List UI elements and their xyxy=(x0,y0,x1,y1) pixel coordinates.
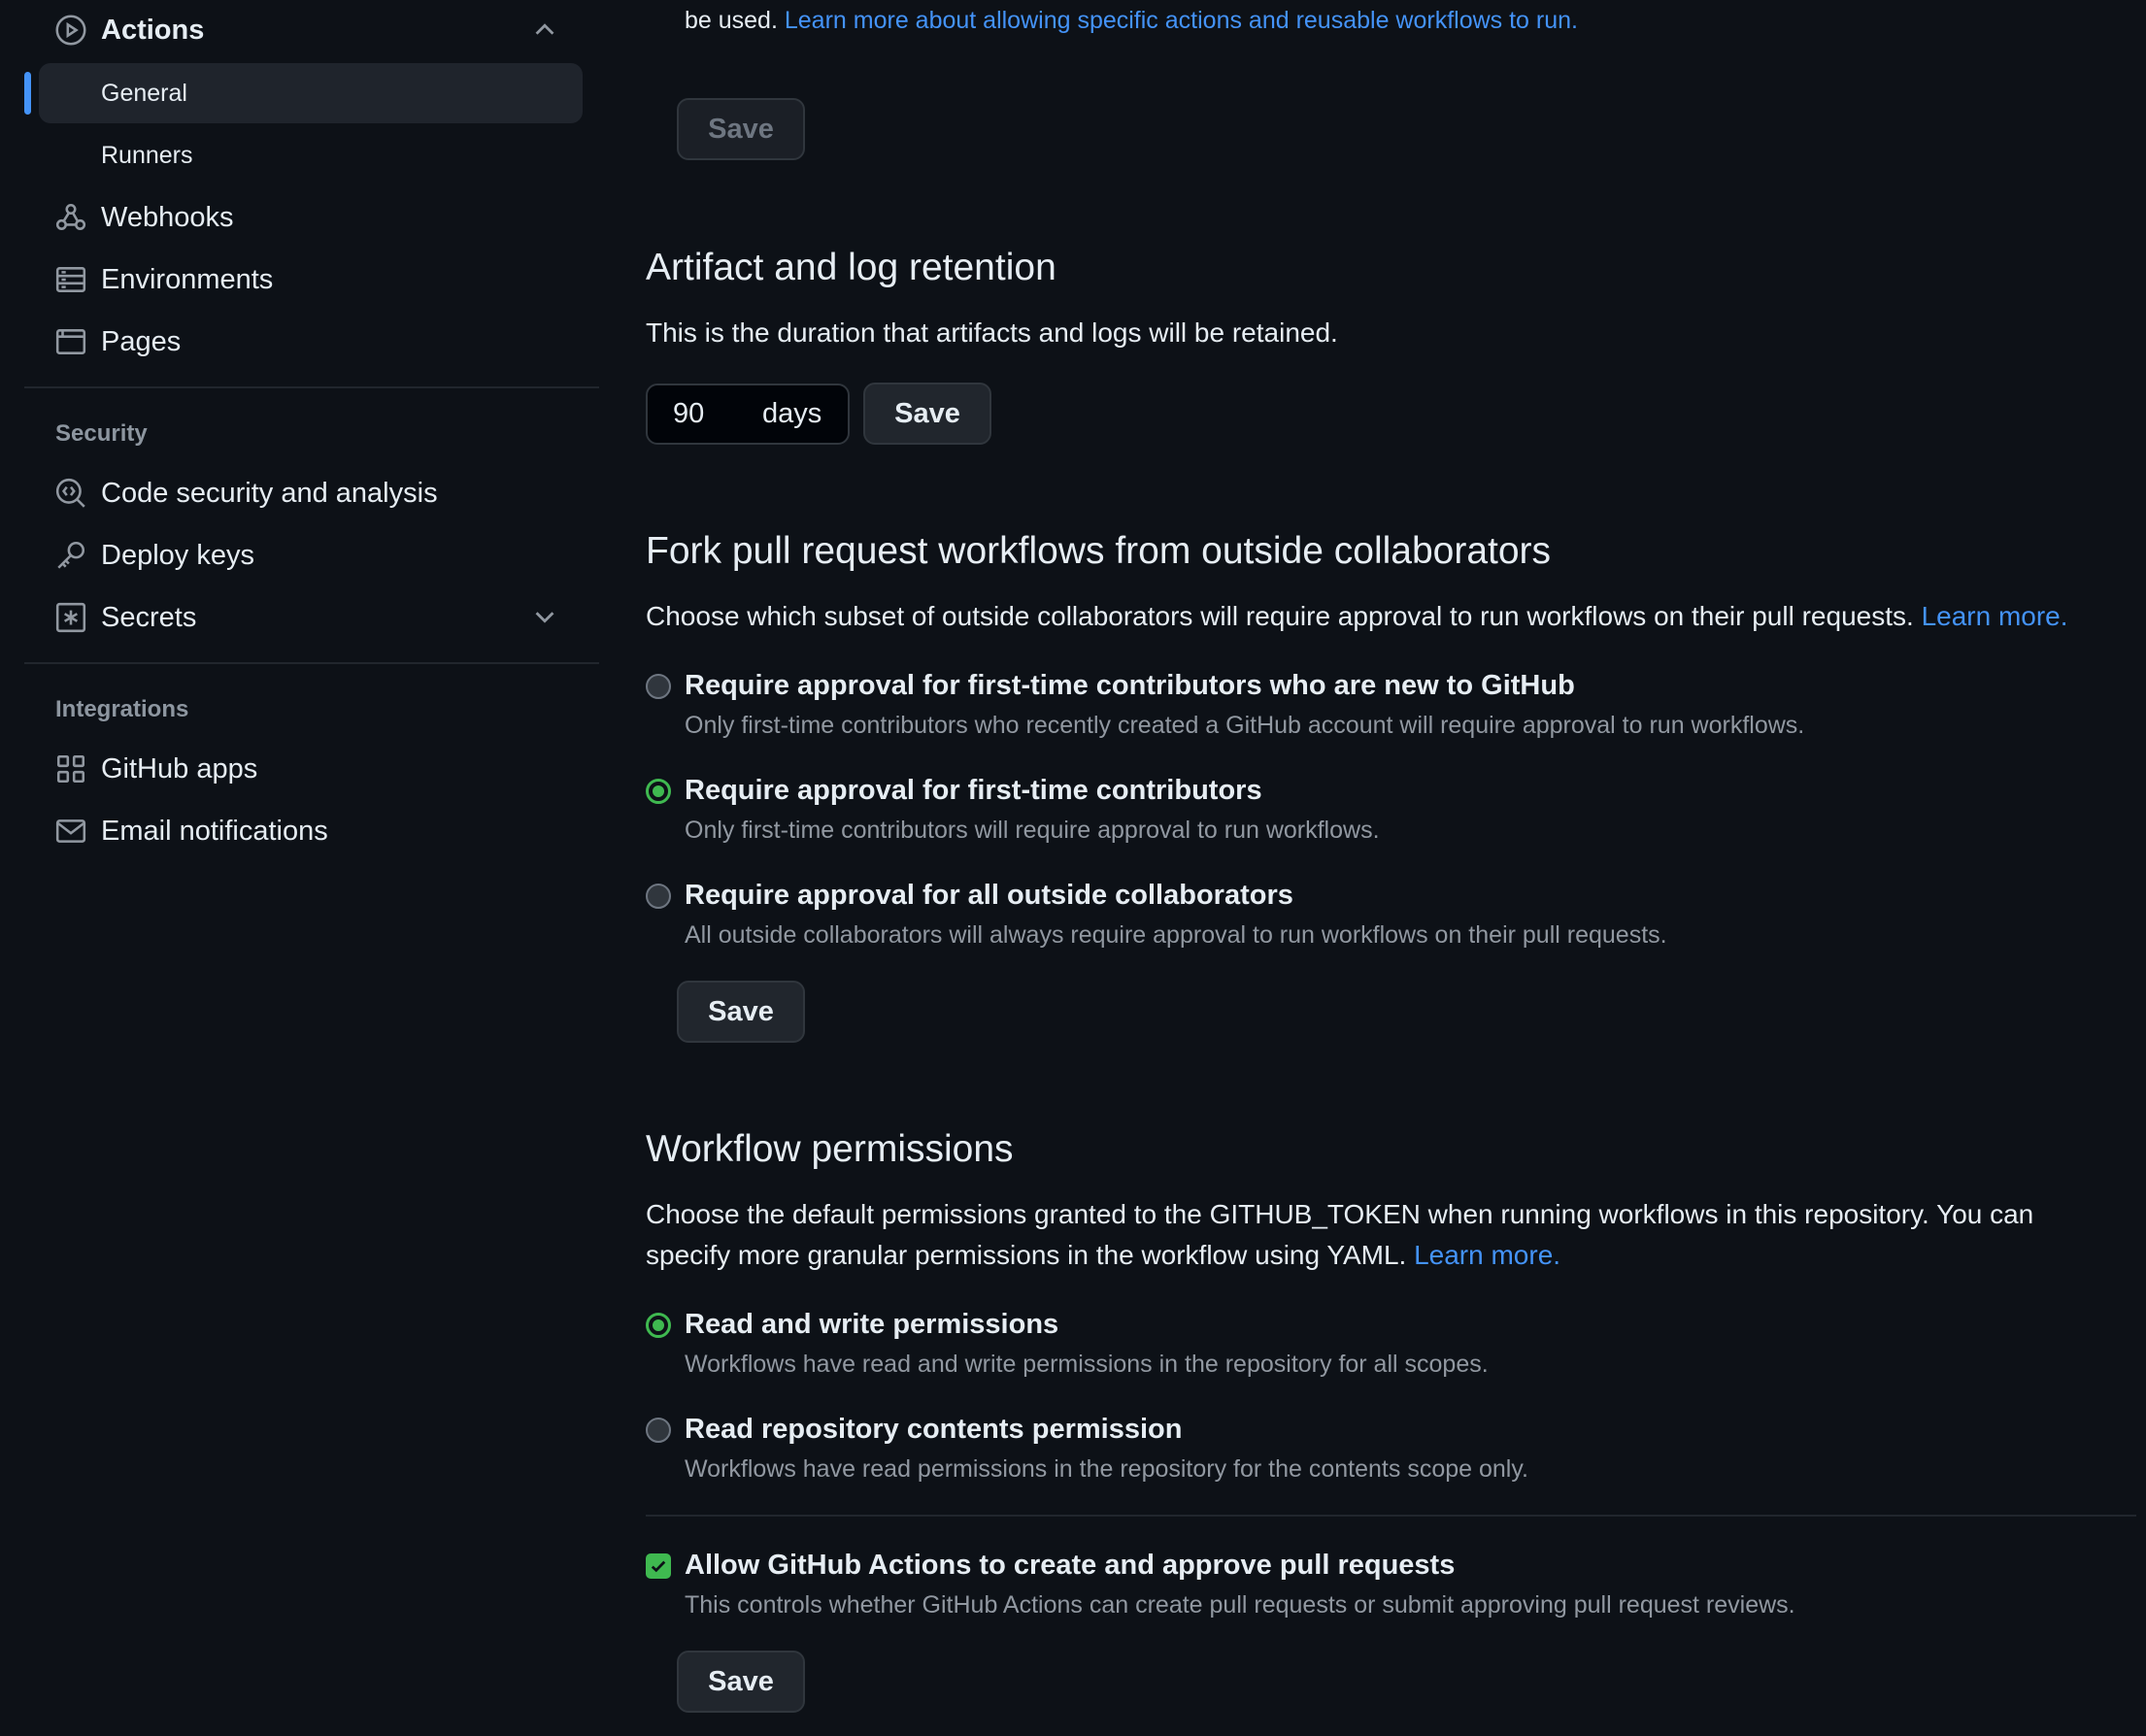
learn-more-allowed-actions-link[interactable]: Learn more about allowing specific actio… xyxy=(785,7,1578,34)
sidebar-item-label: Deploy keys xyxy=(101,539,254,571)
fork-option-title[interactable]: Require approval for first-time contribu… xyxy=(685,670,1575,702)
sidebar-item-code-security[interactable]: Code security and analysis xyxy=(39,463,583,523)
sidebar-item-actions[interactable]: Actions xyxy=(39,0,583,60)
sidebar-item-environments[interactable]: Environments xyxy=(39,250,583,310)
days-unit-label: days xyxy=(762,398,822,429)
retention-days-input[interactable]: days xyxy=(646,384,850,445)
sidebar-item-label: General xyxy=(101,79,187,107)
section-divider xyxy=(646,1515,2136,1517)
fork-option-subtitle: All outside collaborators will always re… xyxy=(685,921,1667,949)
checkmark-icon xyxy=(651,1560,666,1573)
sidebar-item-webhooks[interactable]: Webhooks xyxy=(39,187,583,248)
workflow-option-subtitle: Workflows have read permissions in the r… xyxy=(685,1455,1528,1483)
chevron-down-icon[interactable] xyxy=(530,602,559,631)
play-circle-icon xyxy=(54,14,87,47)
sidebar-item-label: Code security and analysis xyxy=(101,477,438,509)
fork-option-radio-1[interactable] xyxy=(646,779,671,804)
asterisk-box-icon xyxy=(54,601,87,634)
workflow-option-title[interactable]: Read and write permissions xyxy=(685,1309,1058,1341)
sidebar-divider xyxy=(24,386,599,388)
codescan-icon xyxy=(54,477,87,510)
fork-workflows-description: Choose which subset of outside collabora… xyxy=(646,596,2068,637)
allow-pr-checkbox[interactable] xyxy=(646,1553,671,1579)
fork-option-radio-0[interactable] xyxy=(646,674,671,699)
footer-text: be used. xyxy=(685,7,778,34)
sidebar-item-general[interactable]: General xyxy=(39,63,583,123)
workflow-description-line2: specify more granular permissions in the… xyxy=(646,1235,2033,1276)
sidebar-item-label: Runners xyxy=(101,141,193,169)
fork-learn-more-link[interactable]: Learn more. xyxy=(1922,601,2068,631)
sidebar-item-secrets[interactable]: Secrets xyxy=(39,587,583,648)
sidebar-item-github-apps[interactable]: GitHub apps xyxy=(39,739,583,799)
save-workflow-permissions-button[interactable]: Save xyxy=(677,1651,805,1713)
allowed-actions-footer: be used. Learn more about allowing speci… xyxy=(685,7,1578,35)
sidebar-item-label: Pages xyxy=(101,325,182,357)
mail-icon xyxy=(54,815,87,848)
workflow-description-text: specify more granular permissions in the… xyxy=(646,1240,1407,1270)
sidebar-item-label: Actions xyxy=(101,14,205,46)
fork-option-subtitle: Only first-time contributors who recentl… xyxy=(685,712,1805,739)
apps-icon xyxy=(54,752,87,785)
fork-workflows-title: Fork pull request workflows from outside… xyxy=(646,530,1552,572)
workflow-learn-more-link[interactable]: Learn more. xyxy=(1414,1240,1560,1270)
allow-pr-title[interactable]: Allow GitHub Actions to create and appro… xyxy=(685,1550,1455,1582)
workflow-option-radio-1[interactable] xyxy=(646,1418,671,1443)
workflow-permissions-title: Workflow permissions xyxy=(646,1128,1014,1170)
browser-icon xyxy=(54,325,87,358)
artifact-retention-description: This is the duration that artifacts and … xyxy=(646,317,1338,348)
workflow-description-line1: Choose the default permissions granted t… xyxy=(646,1199,2034,1229)
fork-option-subtitle: Only first-time contributors will requir… xyxy=(685,817,1380,844)
sidebar-item-label: GitHub apps xyxy=(101,752,258,785)
fork-option-radio-2[interactable] xyxy=(646,884,671,909)
fork-option-title[interactable]: Require approval for first-time contribu… xyxy=(685,775,1262,807)
sidebar-group-integrations: Integrations xyxy=(55,696,189,722)
workflow-option-radio-0[interactable] xyxy=(646,1313,671,1338)
server-icon xyxy=(54,263,87,296)
sidebar-item-runners[interactable]: Runners xyxy=(39,125,583,185)
active-indicator xyxy=(24,72,31,115)
sidebar-item-label: Email notifications xyxy=(101,815,328,847)
retention-days-field[interactable] xyxy=(671,397,762,431)
save-retention-button[interactable]: Save xyxy=(863,383,991,445)
sidebar-item-label: Environments xyxy=(101,263,274,295)
chevron-up-icon[interactable] xyxy=(530,15,559,44)
sidebar-group-security: Security xyxy=(55,420,148,447)
workflow-option-title[interactable]: Read repository contents permission xyxy=(685,1414,1182,1446)
sidebar-item-pages[interactable]: Pages xyxy=(39,312,583,372)
sidebar-divider xyxy=(24,662,599,664)
key-icon xyxy=(54,539,87,572)
artifact-retention-title: Artifact and log retention xyxy=(646,247,1056,288)
sidebar-item-email-notifications[interactable]: Email notifications xyxy=(39,801,583,861)
sidebar-item-label: Secrets xyxy=(101,601,197,633)
webhook-icon xyxy=(54,201,87,234)
allow-pr-subtitle: This controls whether GitHub Actions can… xyxy=(685,1591,1795,1619)
fork-description-text: Choose which subset of outside collabora… xyxy=(646,601,1914,631)
fork-option-title[interactable]: Require approval for all outside collabo… xyxy=(685,880,1293,912)
workflow-option-subtitle: Workflows have read and write permission… xyxy=(685,1351,1489,1378)
sidebar-item-label: Webhooks xyxy=(101,201,234,233)
sidebar-item-deploy-keys[interactable]: Deploy keys xyxy=(39,525,583,585)
settings-sidebar: Actions General Runners Webhooks Environ… xyxy=(0,0,600,1736)
save-fork-workflows-button[interactable]: Save xyxy=(677,981,805,1043)
save-allowed-actions-button[interactable]: Save xyxy=(677,98,805,160)
workflow-permissions-description: Choose the default permissions granted t… xyxy=(646,1194,2033,1276)
